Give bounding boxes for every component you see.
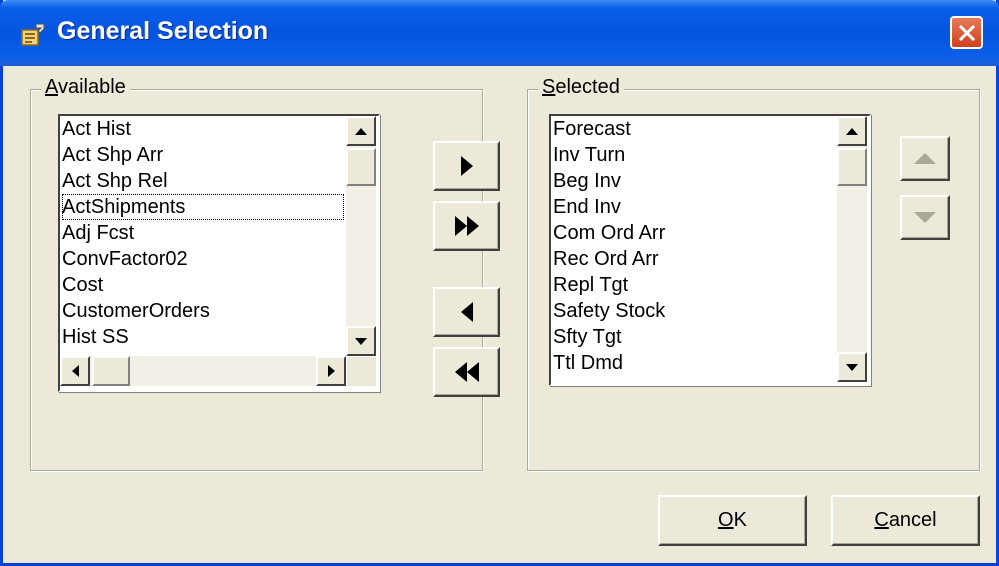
selected-listbox[interactable]: Forecast Inv Turn Beg Inv End Inv Com Ord Ar… <box>549 114 871 386</box>
list-item[interactable]: Inv Turn <box>553 142 835 168</box>
triangle-right-icon <box>460 156 473 176</box>
add-all-button[interactable] <box>433 201 500 251</box>
dialog-window: General Selection Available Act Hist Act … <box>0 0 999 566</box>
double-triangle-right-icon <box>454 216 479 236</box>
scroll-down-button[interactable] <box>346 326 376 356</box>
close-icon <box>958 24 975 41</box>
scroll-up-button[interactable] <box>346 116 376 146</box>
list-item[interactable]: Repl Tgt <box>553 272 835 298</box>
add-button[interactable] <box>433 141 500 191</box>
list-item[interactable]: Act Hist <box>62 116 344 142</box>
scroll-thumb[interactable] <box>346 148 376 186</box>
title-bar[interactable]: General Selection <box>0 0 999 66</box>
triangle-left-icon <box>460 302 473 322</box>
triangle-down-icon <box>914 212 936 223</box>
ok-button[interactable]: OK <box>658 495 807 546</box>
properties-icon <box>21 23 45 46</box>
scroll-down-icon <box>355 337 367 345</box>
available-horizontal-scrollbar[interactable] <box>60 356 346 386</box>
remove-all-button[interactable] <box>433 347 500 397</box>
scroll-up-button[interactable] <box>837 116 867 146</box>
available-vertical-scrollbar[interactable] <box>346 116 376 356</box>
list-item[interactable]: Cost <box>62 272 344 298</box>
list-item[interactable]: Act Shp Rel <box>62 168 344 194</box>
list-item[interactable]: ConvFactor02 <box>62 246 344 272</box>
available-listbox[interactable]: Act Hist Act Shp Arr Act Shp Rel ActShipmen… <box>58 114 380 392</box>
list-item[interactable]: Ttl Dmd <box>553 350 835 376</box>
scroll-up-icon <box>846 127 858 135</box>
list-item[interactable]: Sfty Tgt <box>553 324 835 350</box>
remove-button[interactable] <box>433 287 500 337</box>
size-grip <box>346 356 376 386</box>
scroll-down-icon <box>846 363 858 371</box>
scroll-down-button[interactable] <box>837 352 867 382</box>
dialog-title: General Selection <box>57 17 269 45</box>
list-item[interactable]: ActShipments <box>62 194 344 220</box>
ok-label: OK <box>718 509 747 531</box>
list-item[interactable]: Adj Fcst <box>62 220 344 246</box>
scroll-right-icon <box>327 365 335 377</box>
scroll-thumb[interactable] <box>92 356 130 386</box>
scroll-left-button[interactable] <box>60 356 90 386</box>
list-item[interactable]: CustomerOrders <box>62 298 344 324</box>
selected-label: Selected <box>538 76 624 99</box>
close-button[interactable] <box>950 16 983 49</box>
scroll-left-icon <box>71 365 79 377</box>
list-item[interactable]: End Inv <box>553 194 835 220</box>
cancel-button[interactable]: Cancel <box>831 495 980 546</box>
list-item[interactable]: Safety Stock <box>553 298 835 324</box>
list-item[interactable]: Act Shp Arr <box>62 142 344 168</box>
list-item[interactable]: Com Ord Arr <box>553 220 835 246</box>
list-item[interactable]: Beg Inv <box>553 168 835 194</box>
triangle-up-icon <box>914 153 936 164</box>
move-up-button[interactable] <box>900 136 950 181</box>
scroll-up-icon <box>355 127 367 135</box>
move-down-button[interactable] <box>900 195 950 240</box>
double-triangle-left-icon <box>454 362 479 382</box>
cancel-label: Cancel <box>874 509 937 531</box>
selected-vertical-scrollbar[interactable] <box>837 116 867 382</box>
scroll-thumb[interactable] <box>837 148 867 186</box>
list-item[interactable]: Rec Ord Arr <box>553 246 835 272</box>
scroll-right-button[interactable] <box>316 356 346 386</box>
list-item[interactable]: Hist SS <box>62 324 344 350</box>
available-label: Available <box>41 76 130 99</box>
list-item[interactable]: Forecast <box>553 116 835 142</box>
